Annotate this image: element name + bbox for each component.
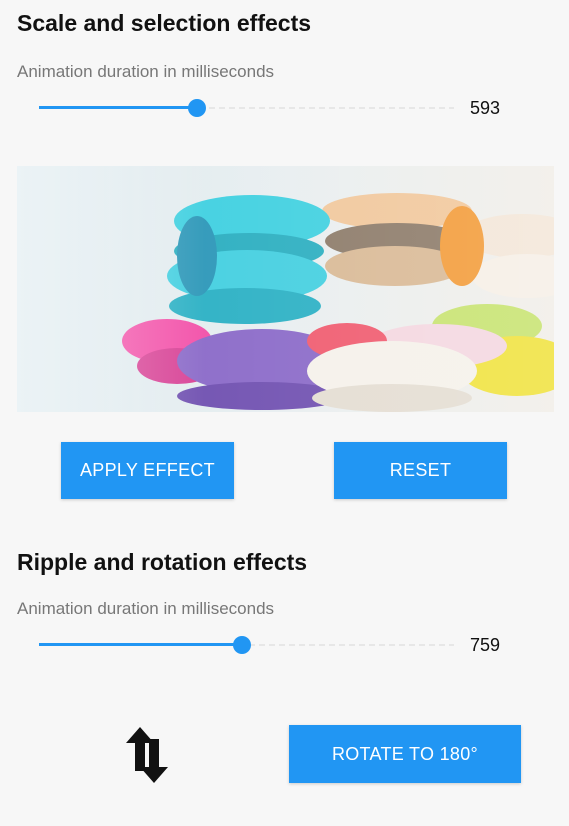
reset-button[interactable]: RESET [334,442,507,499]
slider-fill [39,106,197,109]
swap-vertical-icon[interactable] [122,725,172,785]
slider-fill [39,643,243,646]
duration-slider-1[interactable] [39,96,454,120]
duration-value-2: 759 [470,635,501,655]
apply-effect-button[interactable]: APPLY EFFECT [61,442,234,499]
duration-slider-2[interactable] [39,633,454,657]
macaron-image [17,166,554,412]
duration-value-1: 593 [470,98,501,118]
section-title-scale: Scale and selection effects [17,10,312,36]
rotate-button[interactable]: ROTATE TO 180° [289,725,521,783]
duration-label-1: Animation duration in milliseconds [17,62,275,81]
slider-thumb[interactable] [233,636,252,654]
duration-label-2: Animation duration in milliseconds [17,599,275,618]
slider-thumb[interactable] [187,99,206,117]
section-title-ripple: Ripple and rotation effects [17,549,308,575]
